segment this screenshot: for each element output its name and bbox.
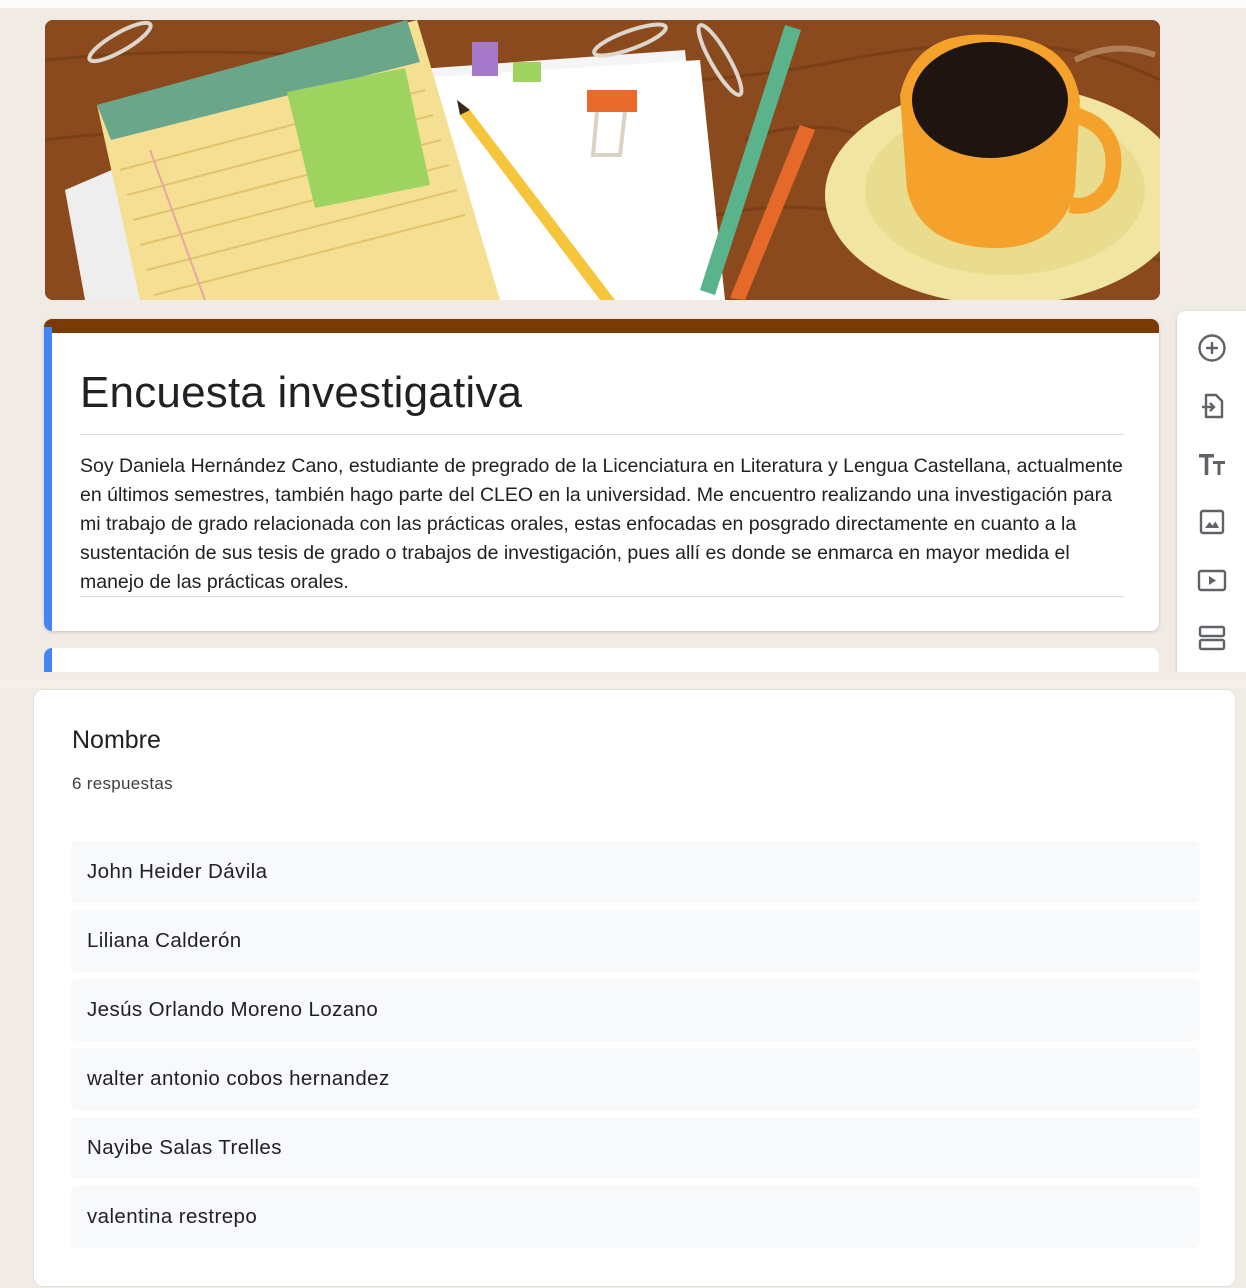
divider-strip [0, 680, 1246, 688]
import-questions-icon [1202, 393, 1224, 419]
add-section-button[interactable] [1195, 621, 1229, 655]
theme-accent-bar [44, 319, 1159, 333]
add-image-button[interactable] [1195, 505, 1229, 539]
form-editor-view: Encuesta investigativa Soy Daniela Herná… [0, 0, 1246, 672]
question-summary-card: Nombre 6 respuestas John Heider Dávila L… [33, 689, 1236, 1287]
add-question-button[interactable] [1195, 331, 1229, 365]
video-icon [1197, 569, 1227, 592]
add-circle-icon [1198, 334, 1226, 362]
answer-item: John Heider Dávila [71, 841, 1200, 903]
answer-item: Liliana Calderón [71, 910, 1200, 972]
image-icon [1199, 509, 1225, 535]
answer-item: Jesús Orlando Moreno Lozano [71, 979, 1200, 1041]
next-question-card[interactable] [44, 648, 1159, 672]
import-questions-button[interactable] [1195, 389, 1229, 423]
section-icon [1198, 625, 1226, 651]
answer-item: Nayibe Salas Trelles [71, 1117, 1200, 1179]
title-text-icon [1199, 454, 1225, 475]
top-strip [0, 0, 1246, 8]
question-title: Nombre [72, 726, 161, 754]
title-underline [80, 434, 1124, 435]
focus-indicator [44, 648, 52, 672]
focus-indicator [44, 327, 52, 631]
response-count: 6 respuestas [72, 774, 173, 793]
floating-toolbar [1177, 311, 1246, 672]
answer-list: John Heider Dávila Liliana Calderón Jesú… [71, 841, 1200, 1255]
form-description[interactable]: Soy Daniela Hernández Cano, estudiante d… [80, 452, 1130, 597]
responses-summary-view: Nombre 6 respuestas John Heider Dávila L… [0, 672, 1246, 1288]
add-title-button[interactable] [1195, 447, 1229, 481]
form-title[interactable]: Encuesta investigativa [80, 368, 522, 418]
answer-item: walter antonio cobos hernandez [71, 1048, 1200, 1110]
add-video-button[interactable] [1195, 563, 1229, 597]
header-image [45, 20, 1160, 300]
answer-item: valentina restrepo [71, 1186, 1200, 1248]
description-underline [80, 596, 1124, 597]
